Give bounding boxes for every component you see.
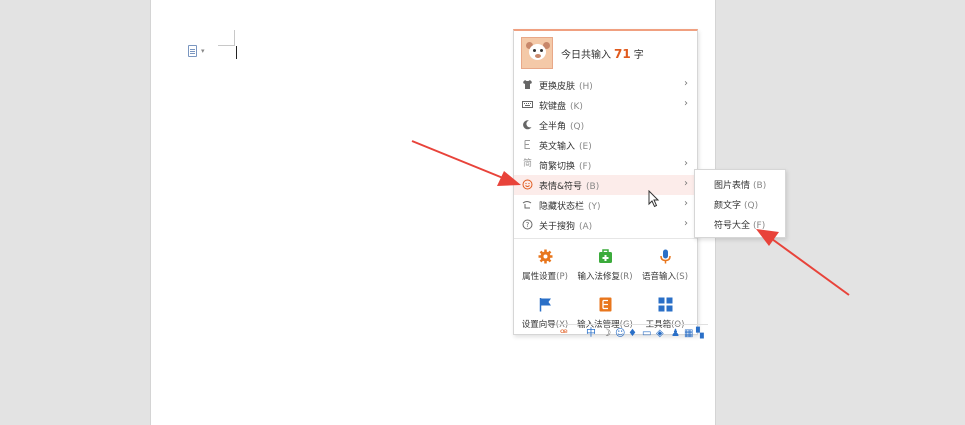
repair-kit-icon	[598, 249, 612, 264]
menu-item-change-skin[interactable]: 更换皮肤 (H) ›	[514, 75, 697, 95]
menu-header: 今日共输入 71 字	[514, 31, 697, 73]
menu-item-label: 关于搜狗	[539, 222, 576, 232]
help-icon: ?	[522, 219, 533, 230]
annotation-arrow	[756, 229, 850, 296]
user-status-icon[interactable]: ♟	[671, 328, 680, 339]
chevron-right-icon: ›	[684, 218, 688, 229]
menu-item-simplified-traditional[interactable]: 简 简繁切换 (F) ›	[514, 155, 697, 175]
menu-item-label: 英文输入	[539, 142, 576, 152]
emoji-status-icon[interactable]: ☺	[615, 328, 625, 339]
chinese-mode-icon[interactable]: 中	[586, 328, 596, 339]
hide-statusbar-icon	[522, 199, 533, 210]
menu-item-shortcut: (F)	[579, 162, 592, 172]
menu-item-emoji-symbols[interactable]: 表情&符号 (B) ›	[514, 175, 697, 195]
submenu-item-shortcut: (B)	[753, 181, 767, 191]
count-suffix: 字	[633, 50, 644, 61]
ime-status-bar: ꟹ 中 ☽ ☺ ♦ ▭ ◈ ♟ ▦ ▚	[558, 324, 708, 340]
gear-icon	[538, 249, 553, 264]
keyboard-icon	[522, 99, 533, 110]
menu-item-shortcut: (Y)	[588, 202, 601, 212]
moon-icon	[522, 119, 533, 130]
submenu-item-kaomoji[interactable]: 颜文字 (Q)	[695, 194, 785, 214]
submenu-item-label: 颜文字	[714, 201, 742, 211]
chevron-right-icon: ›	[684, 178, 688, 189]
smiley-icon	[522, 179, 533, 190]
menu-item-label: 更换皮肤	[539, 82, 576, 92]
ime-context-menu: 今日共输入 71 字 更换皮肤 (H) › 软键盘 (K) › 全半角 (Q) 英文输入(…	[513, 29, 698, 335]
simplified-traditional-icon: 简	[522, 159, 532, 169]
shirt-icon	[522, 79, 533, 90]
tool-properties[interactable]: 属性设置(P)	[515, 249, 575, 289]
margin-marker	[234, 30, 235, 46]
submenu-item-image-emoji[interactable]: 图片表情 (B)	[695, 174, 785, 194]
document-icon[interactable]	[188, 45, 197, 57]
menu-item-shortcut: (E)	[579, 142, 592, 152]
menu-item-soft-keyboard[interactable]: 软键盘 (K) ›	[514, 95, 697, 115]
toolbox-status-icon[interactable]: ▚	[696, 328, 704, 339]
menu-item-full-half-width[interactable]: 全半角 (Q)	[514, 115, 697, 135]
emoji-symbols-submenu: 图片表情 (B) 颜文字 (Q) 符号大全 (F)	[694, 169, 786, 238]
manage-icon	[598, 297, 612, 312]
toolbox-icon	[658, 297, 673, 312]
tool-shortcut: (S)	[675, 272, 689, 282]
submenu-item-shortcut: (F)	[753, 221, 766, 231]
menu-item-label: 全半角	[539, 122, 567, 132]
chevron-right-icon: ›	[684, 78, 688, 89]
chevron-down-icon[interactable]: ▾	[201, 47, 205, 55]
count-prefix: 今日共输入	[561, 50, 611, 61]
flag-icon	[538, 297, 552, 312]
microphone-status-icon[interactable]: ♦	[628, 328, 637, 339]
menu-item-label: 简繁切换	[539, 162, 576, 172]
submenu-item-shortcut: (Q)	[744, 201, 759, 211]
tool-label: 输入法修复	[577, 272, 620, 282]
chevron-right-icon: ›	[684, 158, 688, 169]
mouse-pointer-icon	[648, 190, 660, 208]
keyboard-status-icon[interactable]: ▭	[642, 328, 651, 339]
tool-label: 设置向导	[521, 320, 556, 330]
submenu-item-all-symbols[interactable]: 符号大全 (F)	[695, 214, 785, 234]
chevron-right-icon: ›	[684, 198, 688, 209]
svg-text:?: ?	[526, 221, 530, 229]
english-icon	[522, 139, 533, 150]
count-value: 71	[614, 47, 631, 61]
microphone-icon	[658, 249, 672, 264]
submenu-item-label: 符号大全	[714, 221, 751, 231]
moon-icon[interactable]: ☽	[602, 328, 611, 339]
tool-repair[interactable]: 输入法修复(R)	[575, 249, 635, 289]
grid-status-icon[interactable]: ▦	[684, 328, 693, 339]
tool-shortcut: (P)	[556, 272, 568, 282]
menu-item-hide-statusbar[interactable]: 隐藏状态栏 (Y) ›	[514, 195, 697, 215]
avatar[interactable]	[521, 37, 553, 69]
menu-divider	[514, 238, 697, 239]
tool-label: 语音输入	[641, 272, 676, 282]
submenu-item-label: 图片表情	[714, 181, 751, 191]
sogou-logo-icon[interactable]: ꟹ	[560, 327, 568, 339]
skin-status-icon[interactable]: ◈	[656, 328, 664, 339]
menu-item-label: 隐藏状态栏	[539, 202, 585, 212]
menu-item-english-input[interactable]: 英文输入 (E)	[514, 135, 697, 155]
menu-item-about-sogou[interactable]: ? 关于搜狗 (A) ›	[514, 215, 697, 235]
menu-item-shortcut: (H)	[579, 82, 593, 92]
tool-shortcut: (R)	[619, 272, 633, 282]
menu-item-label: 表情&符号	[539, 182, 583, 192]
chevron-right-icon: ›	[684, 98, 688, 109]
tool-label: 属性设置	[522, 272, 557, 282]
menu-item-shortcut: (A)	[579, 222, 593, 232]
menu-item-shortcut: (K)	[570, 102, 583, 112]
tool-voice-input[interactable]: 语音输入(S)	[635, 249, 695, 289]
margin-marker	[218, 45, 235, 46]
menu-item-label: 软键盘	[539, 102, 567, 112]
text-cursor	[236, 46, 237, 59]
menu-item-shortcut: (Q)	[570, 122, 585, 132]
menu-item-shortcut: (B)	[586, 182, 600, 192]
daily-input-count: 今日共输入 71 字	[561, 46, 644, 61]
